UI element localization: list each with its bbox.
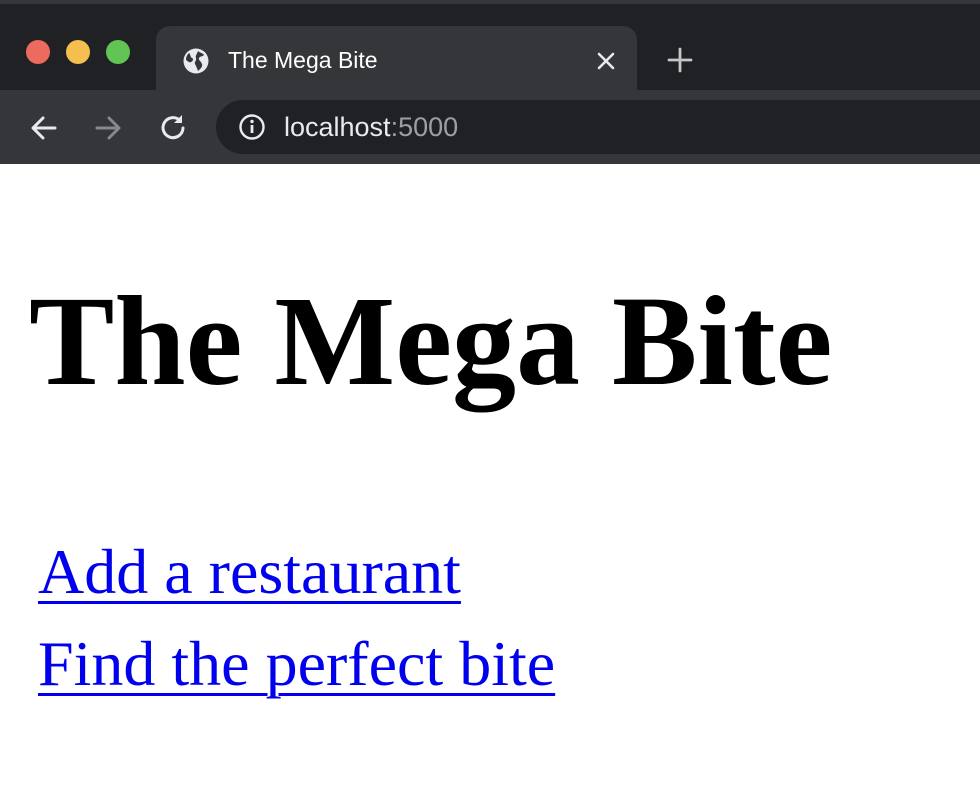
page-title: The Mega Bite [29,270,833,412]
tab-strip: The Mega Bite [0,0,980,94]
address-host: localhost [284,112,391,142]
address-port: :5000 [390,112,459,142]
tab-active[interactable]: The Mega Bite [156,26,637,94]
window-close-button[interactable] [26,40,50,64]
address-bar[interactable]: localhost:5000 [216,100,980,154]
add-restaurant-link[interactable]: Add a restaurant [38,526,555,618]
browser-toolbar: localhost:5000 [0,90,980,164]
arrow-left-icon[interactable] [27,111,61,145]
page-content: The Mega Bite Add a restaurant Find the … [0,164,980,796]
tab-title: The Mega Bite [228,47,378,73]
nav-links: Add a restaurant Find the perfect bite [38,526,555,710]
arrow-right-icon[interactable] [91,111,125,145]
reload-icon[interactable] [156,111,190,145]
globe-icon [183,48,209,74]
address-url: localhost:5000 [284,109,458,145]
plus-icon[interactable] [664,44,696,76]
close-icon[interactable] [592,47,620,75]
window-minimize-button[interactable] [66,40,90,64]
find-perfect-bite-link[interactable]: Find the perfect bite [38,618,555,710]
info-icon[interactable] [238,113,266,141]
window-maximize-button[interactable] [106,40,130,64]
browser-window: The Mega Bite localhost:5000 The Mega Bi… [0,0,980,796]
